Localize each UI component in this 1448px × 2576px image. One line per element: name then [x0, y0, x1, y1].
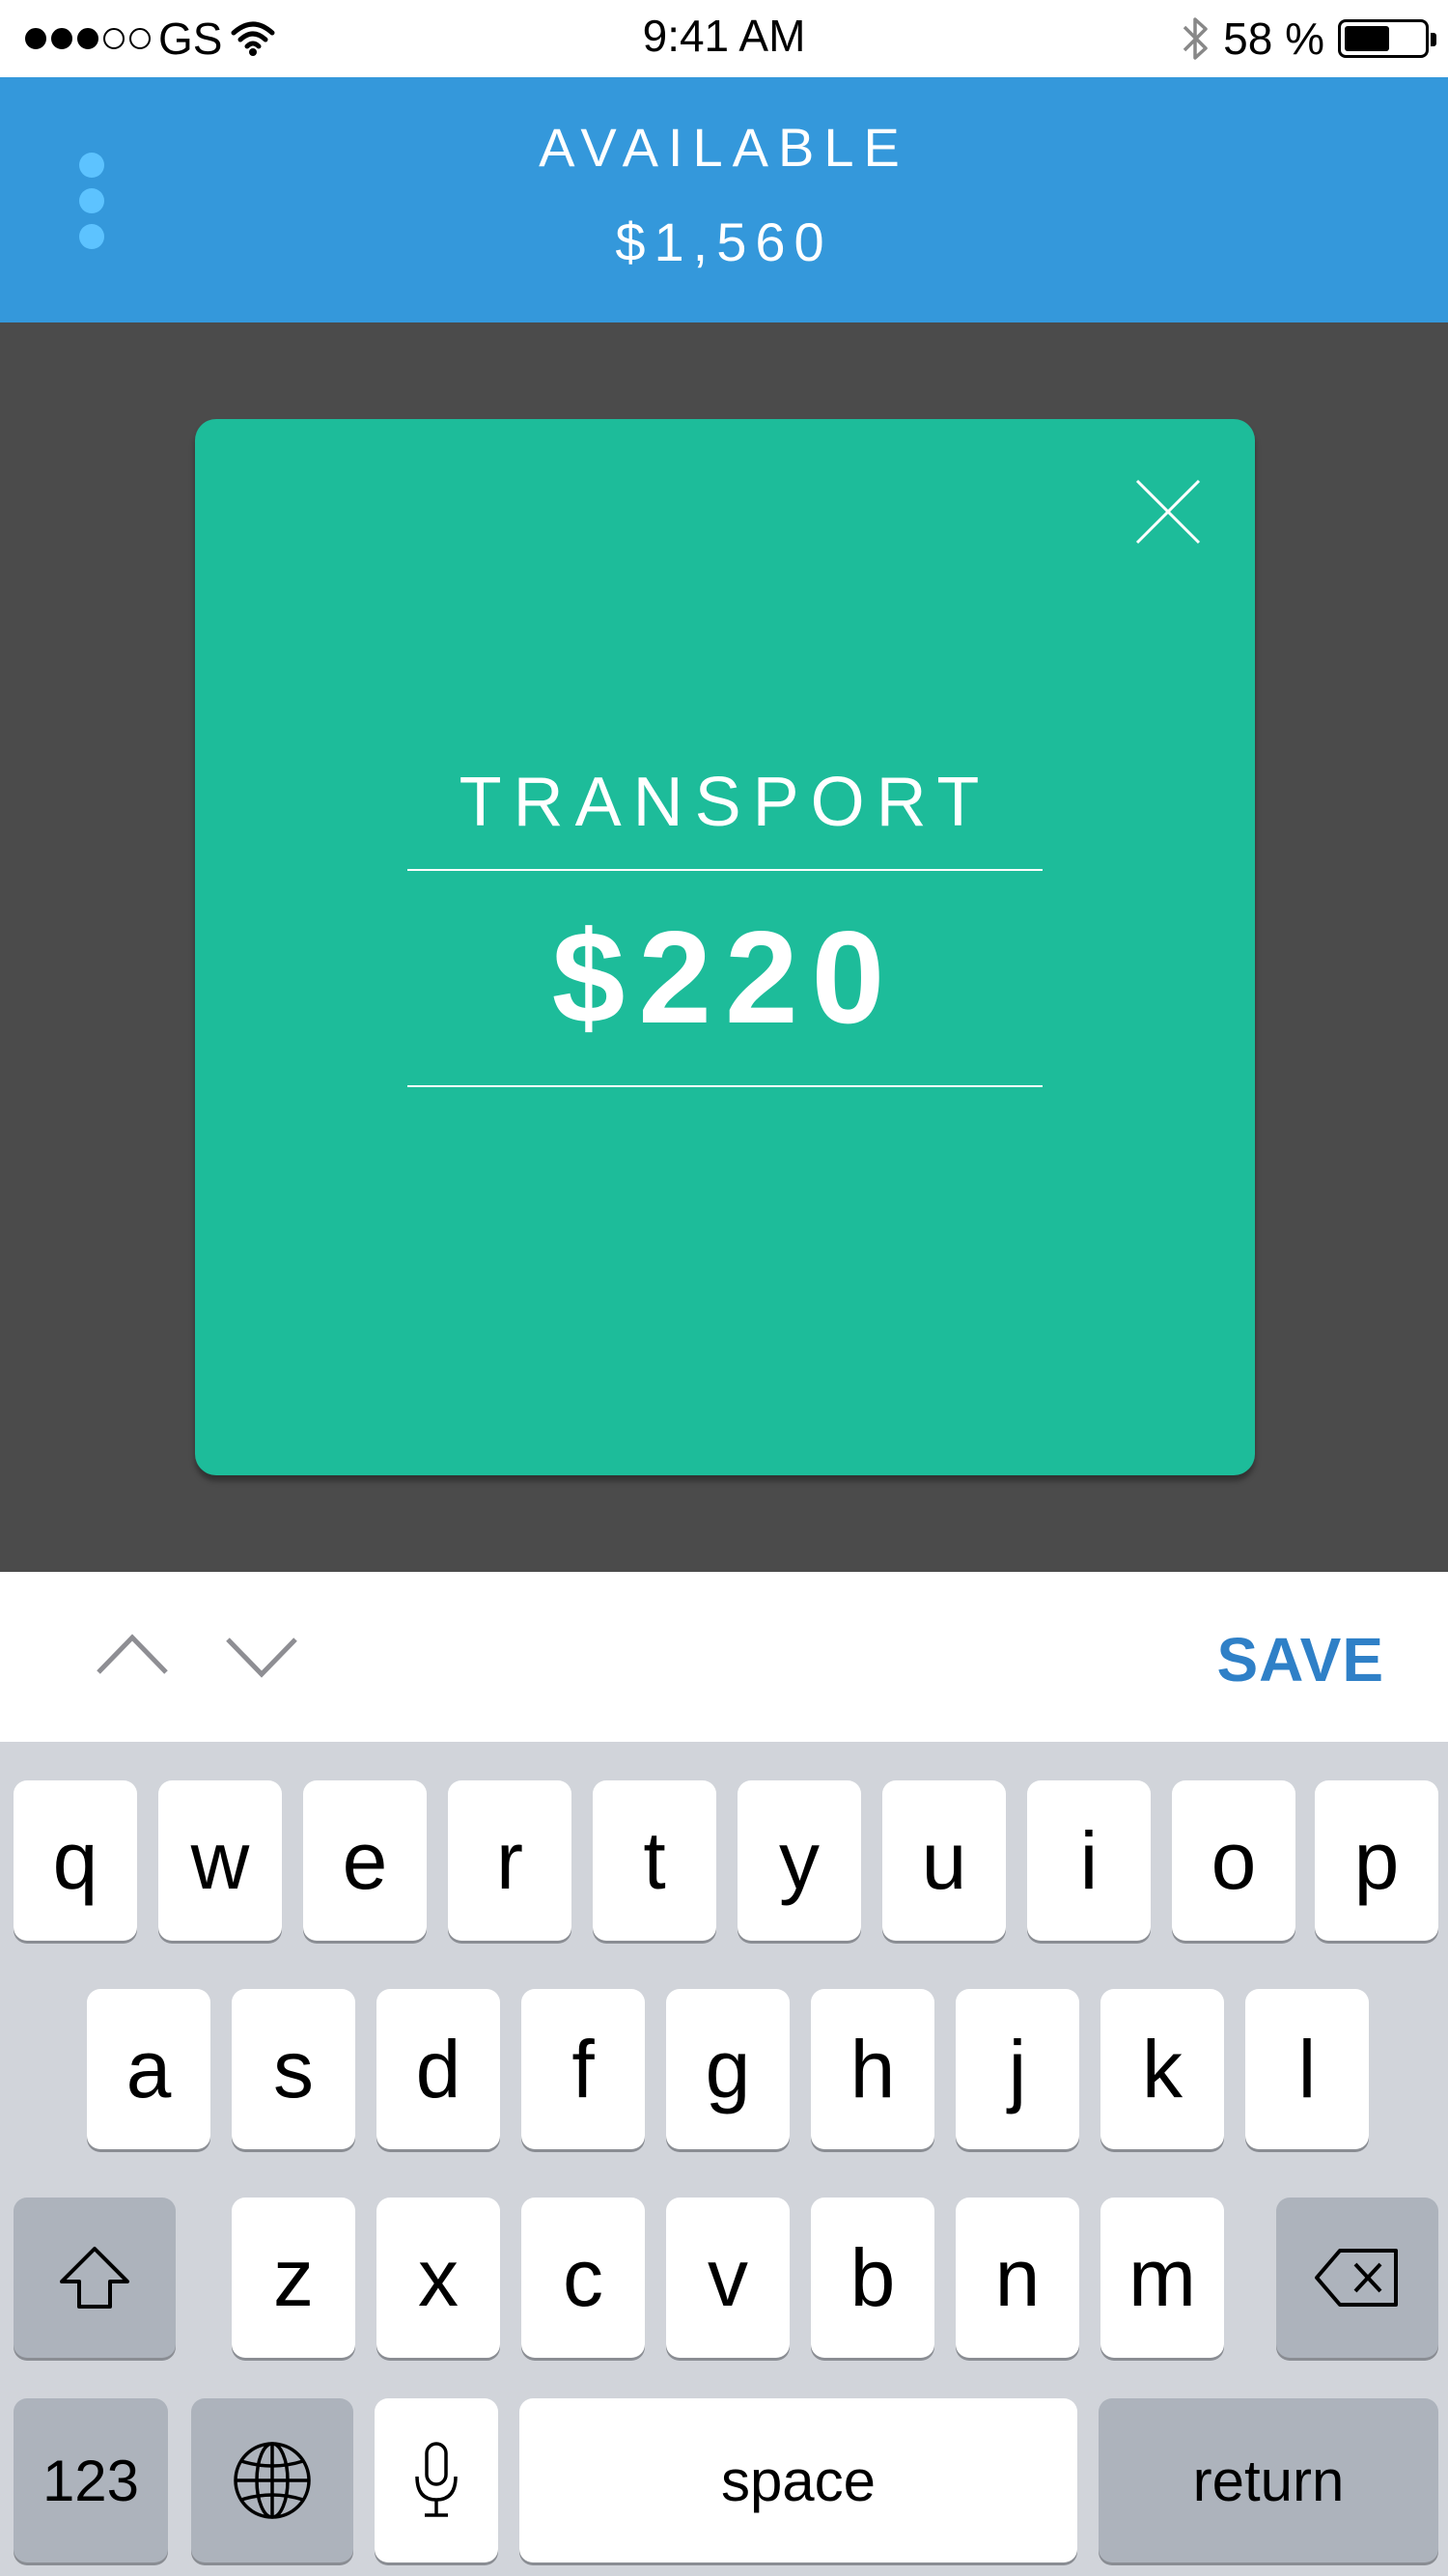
- available-amount: $1,560: [615, 211, 833, 272]
- save-button[interactable]: SAVE: [1216, 1624, 1384, 1695]
- key-x[interactable]: x: [376, 2198, 500, 2358]
- globe-key[interactable]: [191, 2398, 353, 2562]
- shift-icon: [60, 2247, 129, 2309]
- key-e[interactable]: e: [303, 1780, 427, 1941]
- key-l[interactable]: l: [1245, 1989, 1369, 2149]
- globe-icon: [234, 2442, 311, 2519]
- key-o[interactable]: o: [1172, 1780, 1295, 1941]
- category-title: TRANSPORT: [459, 764, 991, 841]
- category-edit-card: TRANSPORT: [195, 419, 1255, 1475]
- close-icon[interactable]: [1133, 477, 1203, 546]
- key-m[interactable]: m: [1100, 2198, 1224, 2358]
- key-f[interactable]: f: [521, 1989, 645, 2149]
- bluetooth-icon: [1183, 17, 1208, 60]
- backspace-key[interactable]: [1276, 2198, 1438, 2358]
- battery-percent: 58 %: [1223, 14, 1324, 64]
- chevron-up-icon[interactable]: [89, 1622, 176, 1690]
- battery-icon: [1338, 19, 1436, 58]
- key-p[interactable]: p: [1315, 1780, 1438, 1941]
- key-i[interactable]: i: [1027, 1780, 1151, 1941]
- numbers-key[interactable]: 123: [14, 2398, 168, 2562]
- app-header: AVAILABLE $1,560: [0, 77, 1448, 322]
- key-y[interactable]: y: [738, 1780, 861, 1941]
- key-u[interactable]: u: [882, 1780, 1006, 1941]
- backspace-icon: [1315, 2249, 1398, 2307]
- available-label: AVAILABLE: [539, 117, 909, 178]
- battery-cap: [1431, 33, 1436, 46]
- keyboard-toolbar: SAVE: [0, 1572, 1448, 1742]
- key-b[interactable]: b: [811, 2198, 934, 2358]
- amount-bottom-divider: [407, 1085, 1043, 1087]
- return-key[interactable]: return: [1099, 2398, 1438, 2562]
- key-s[interactable]: s: [232, 1989, 355, 2149]
- shift-key[interactable]: [14, 2198, 176, 2358]
- key-h[interactable]: h: [811, 1989, 934, 2149]
- key-d[interactable]: d: [376, 1989, 500, 2149]
- battery-fill: [1345, 26, 1390, 51]
- key-r[interactable]: r: [448, 1780, 571, 1941]
- key-v[interactable]: v: [666, 2198, 790, 2358]
- key-j[interactable]: j: [956, 1989, 1079, 2149]
- key-n[interactable]: n: [956, 2198, 1079, 2358]
- status-bar: GS 9:41 AM 58 %: [0, 0, 1448, 77]
- key-w[interactable]: w: [158, 1780, 282, 1941]
- key-q[interactable]: q: [14, 1780, 137, 1941]
- keyboard: q w e r t y u i o p a s d f g h j k l z …: [0, 1742, 1448, 2576]
- key-c[interactable]: c: [521, 2198, 645, 2358]
- key-g[interactable]: g: [666, 1989, 790, 2149]
- amount-input[interactable]: [407, 900, 1043, 1054]
- microphone-icon: [415, 2442, 458, 2517]
- space-key[interactable]: space: [519, 2398, 1077, 2562]
- amount-top-divider: [407, 869, 1043, 871]
- key-t[interactable]: t: [593, 1780, 716, 1941]
- dictation-key[interactable]: [375, 2398, 498, 2562]
- chevron-down-icon[interactable]: [218, 1622, 305, 1690]
- key-a[interactable]: a: [87, 1989, 210, 2149]
- key-k[interactable]: k: [1100, 1989, 1224, 2149]
- status-right: 58 %: [1181, 12, 1436, 66]
- key-z[interactable]: z: [232, 2198, 355, 2358]
